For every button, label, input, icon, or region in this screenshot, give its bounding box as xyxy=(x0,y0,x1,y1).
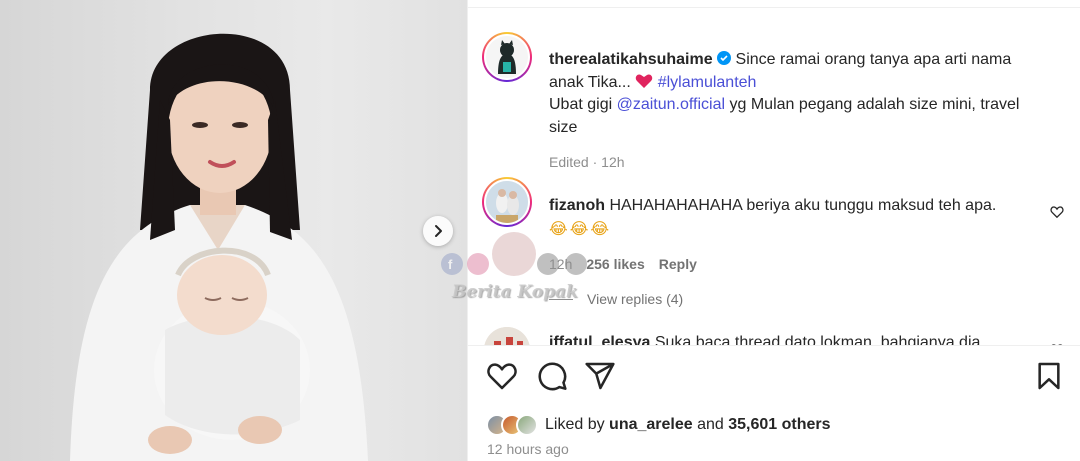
commenter-avatar[interactable] xyxy=(484,327,530,345)
comment-text: HAHAHAHAHAHA beriya aku tunggu maksud te… xyxy=(605,197,997,214)
caption-line-2a: Ubat gigi xyxy=(549,96,617,113)
view-replies-label: View replies (4) xyxy=(587,291,684,307)
post-side-panel: therealatikahsuhaime Since ramai orang t… xyxy=(468,0,1080,461)
verified-badge-icon xyxy=(717,51,732,65)
bookmark-icon[interactable] xyxy=(1033,360,1065,392)
author-avatar[interactable] xyxy=(484,34,530,80)
comment-meta: 12h 256 likes Reply xyxy=(549,253,1049,276)
red-heart-emoji-icon xyxy=(636,74,653,88)
author-username[interactable]: therealatikahsuhaime xyxy=(549,51,713,68)
reply-button[interactable]: Reply xyxy=(659,256,697,272)
comment-text-block: iffatul_elesya Suka baca thread dato lok… xyxy=(549,332,1049,345)
comment-username[interactable]: iffatul_elesya xyxy=(549,334,650,345)
edited-label: Edited xyxy=(549,154,589,170)
comment-icon[interactable] xyxy=(536,360,568,392)
caption-meta: Edited · 12h xyxy=(549,154,625,170)
likes-prefix: Liked by xyxy=(545,416,610,433)
post-actions-bar xyxy=(468,360,1080,396)
caption-hashtag[interactable]: #lylamulanteh xyxy=(658,74,757,91)
likes-summary: Liked by una_arelee and 35,601 others xyxy=(486,412,831,438)
post-media[interactable] xyxy=(0,0,467,461)
likes-text: Liked by una_arelee and 35,601 others xyxy=(545,416,831,434)
comment-username[interactable]: fizanoh xyxy=(549,197,605,214)
heart-icon[interactable] xyxy=(486,360,518,392)
comment-like-heart-icon[interactable] xyxy=(1050,205,1064,219)
comment-text-block: fizanoh HAHAHAHAHAHA beriya aku tunggu m… xyxy=(549,195,1049,276)
actions-divider xyxy=(468,345,1080,346)
header-divider xyxy=(468,0,1080,8)
edited-time: 12h xyxy=(601,154,625,170)
post-timestamp[interactable]: 12 hours ago xyxy=(487,441,569,457)
caption-mention[interactable]: @zaitun.official xyxy=(617,96,725,113)
liked-by-user[interactable]: una_arelee xyxy=(609,416,693,433)
svg-text:f: f xyxy=(448,257,453,272)
commenter-avatar[interactable] xyxy=(484,179,530,225)
liker-avatar[interactable] xyxy=(516,414,538,436)
comment-text: Suka baca thread dato lokman, bahgianya … xyxy=(650,334,981,345)
send-icon[interactable] xyxy=(584,360,616,392)
likes-middle: and xyxy=(692,416,729,433)
post-photo xyxy=(70,33,368,461)
caption-text: therealatikahsuhaime Since ramai orang t… xyxy=(549,49,1049,174)
watermark-text: Berita Kopak xyxy=(452,282,578,302)
likes-others[interactable]: 35,601 others xyxy=(728,416,830,433)
